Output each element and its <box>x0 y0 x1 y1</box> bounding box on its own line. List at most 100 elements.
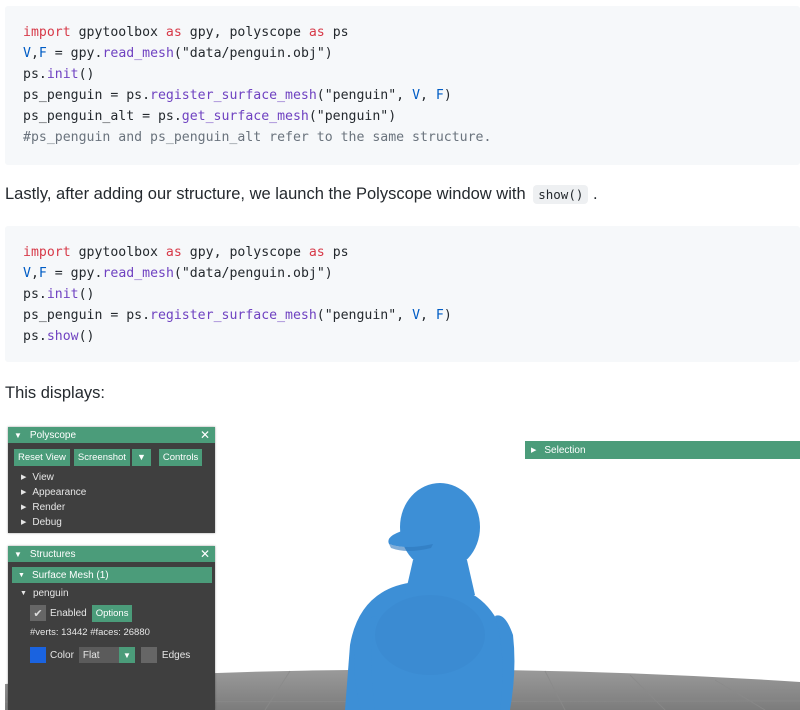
code-token: ("penguin", <box>316 308 413 323</box>
code-token: read_mesh <box>102 46 174 61</box>
polyscope-panel-title: Polyscope <box>29 429 77 441</box>
close-icon[interactable]: ✕ <box>200 428 210 442</box>
code-token: F <box>435 308 444 323</box>
code-token: ) <box>443 308 452 323</box>
code-token: gpytoolbox <box>70 25 166 40</box>
code-token: , <box>420 308 436 323</box>
code-token: V <box>412 308 421 323</box>
code-token: = gpy. <box>46 46 103 61</box>
code-line: V,F = gpy.read_mesh("data/penguin.obj") <box>23 263 800 284</box>
code-line: ps_penguin = ps.register_surface_mesh("p… <box>23 305 800 326</box>
code-token: , <box>420 88 436 103</box>
code-line: ps_penguin = ps.register_surface_mesh("p… <box>23 85 800 106</box>
tree-item-render[interactable]: ▶ Render <box>8 500 215 515</box>
code-block-1: import gpytoolbox as gpy, polyscope as p… <box>5 6 800 165</box>
color-swatch[interactable] <box>30 647 46 663</box>
tree-item-label: View <box>32 472 54 483</box>
code-token: ("data/penguin.obj") <box>173 46 333 61</box>
code-token: F <box>435 88 444 103</box>
code-token: , <box>30 46 39 61</box>
code-line: ps.init() <box>23 284 800 305</box>
tree-item-label: Debug <box>32 517 62 528</box>
expand-triangle-icon: ▶ <box>531 447 537 454</box>
code-token: gpy, polyscope <box>181 245 309 260</box>
code-token: , <box>30 266 39 281</box>
code-line: V,F = gpy.read_mesh("data/penguin.obj") <box>23 43 800 64</box>
code-token: ps. <box>23 67 47 82</box>
expand-triangle-icon: ▶ <box>21 489 27 496</box>
chevron-down-icon[interactable]: ▼ <box>118 647 135 663</box>
polyscope-viewer[interactable]: ▼ Polyscope ✕ Reset View Screenshot ▼ Co… <box>5 420 800 710</box>
paragraph-text: Lastly, after adding our structure, we l… <box>5 185 526 203</box>
edges-checkbox[interactable] <box>140 647 157 663</box>
polyscope-panel-header[interactable]: ▼ Polyscope ✕ <box>8 427 215 443</box>
screenshot-button[interactable]: Screenshot <box>73 449 130 466</box>
paragraph-displays: This displays: <box>5 384 105 402</box>
enabled-checkbox[interactable]: ✔ <box>30 605 46 621</box>
code-token: F <box>38 46 47 61</box>
code-token: #ps_penguin and ps_penguin_alt refer to … <box>23 130 492 145</box>
code-line: import gpytoolbox as gpy, polyscope as p… <box>23 22 800 43</box>
code-token: ("penguin") <box>308 109 397 124</box>
code-token: ("data/penguin.obj") <box>173 266 333 281</box>
screenshot-dropdown-icon[interactable]: ▼ <box>131 449 151 466</box>
code-token: V <box>23 266 31 281</box>
code-token: gpytoolbox <box>70 245 166 260</box>
code-line: ps.show() <box>23 326 800 347</box>
structures-panel: ▼ Structures ✕ ▼ Surface Mesh (1) ▼ peng… <box>8 546 215 710</box>
surface-mesh-section-label: Surface Mesh (1) <box>31 569 109 581</box>
code-token: read_mesh <box>102 266 174 281</box>
controls-button[interactable]: Controls <box>158 449 203 466</box>
mesh-item-penguin[interactable]: ▼ penguin <box>8 585 215 601</box>
code-token: = gpy. <box>46 266 103 281</box>
mesh-stats: #verts: 13442 #faces: 26880 <box>30 627 150 638</box>
structures-panel-header[interactable]: ▼ Structures ✕ <box>8 546 215 562</box>
code-token: as <box>308 25 325 40</box>
code-token: as <box>308 245 325 260</box>
code-token: show <box>46 329 79 344</box>
code-token: as <box>165 25 182 40</box>
collapse-triangle-icon: ▼ <box>20 589 27 597</box>
code-token: ps_penguin_alt = ps. <box>23 109 182 124</box>
inline-code-show: show() <box>533 185 589 204</box>
tree-item-view[interactable]: ▶ View <box>8 470 215 485</box>
shading-select[interactable]: Flat ▼ <box>78 647 135 663</box>
paragraph-launch: Lastly, after adding our structure, we l… <box>5 185 598 204</box>
code-token: ps. <box>23 329 47 344</box>
collapse-triangle-icon[interactable]: ▼ <box>14 431 22 440</box>
selection-panel[interactable]: ▶ Selection <box>525 441 800 459</box>
reset-view-button[interactable]: Reset View <box>14 449 70 466</box>
code-token: gpy, polyscope <box>181 25 309 40</box>
collapse-triangle-icon[interactable]: ▼ <box>14 550 22 559</box>
code-line: ps.init() <box>23 64 800 85</box>
code-token: ps <box>324 245 349 260</box>
enabled-label: Enabled <box>50 607 87 619</box>
polyscope-panel: ▼ Polyscope ✕ Reset View Screenshot ▼ Co… <box>8 427 215 533</box>
code-token: import <box>23 25 71 40</box>
options-button[interactable]: Options <box>91 604 133 622</box>
tree-item-debug[interactable]: ▶ Debug <box>8 515 215 530</box>
expand-triangle-icon: ▶ <box>21 519 27 526</box>
code-line: import gpytoolbox as gpy, polyscope as p… <box>23 242 800 263</box>
code-token: ps. <box>23 287 47 302</box>
code-token: ps_penguin = ps. <box>23 308 151 323</box>
code-token: as <box>165 245 182 260</box>
expand-triangle-icon: ▶ <box>21 474 27 481</box>
color-label: Color <box>50 649 74 661</box>
tree-item-label: Appearance <box>32 487 87 498</box>
code-line: ps_penguin_alt = ps.get_surface_mesh("pe… <box>23 106 800 127</box>
code-token: import <box>23 245 71 260</box>
tree-item-appearance[interactable]: ▶ Appearance <box>8 485 215 500</box>
code-token: register_surface_mesh <box>150 308 317 323</box>
selection-panel-title: Selection <box>544 444 586 456</box>
code-token: init <box>46 67 79 82</box>
code-token: () <box>78 287 95 302</box>
code-token: register_surface_mesh <box>150 88 317 103</box>
code-line: #ps_penguin and ps_penguin_alt refer to … <box>23 127 800 148</box>
surface-mesh-section[interactable]: ▼ Surface Mesh (1) <box>12 567 212 583</box>
close-icon[interactable]: ✕ <box>200 547 210 561</box>
code-token: ps_penguin = ps. <box>23 88 151 103</box>
code-token: V <box>412 88 421 103</box>
mesh-name: penguin <box>32 587 69 599</box>
edges-label: Edges <box>161 649 191 661</box>
